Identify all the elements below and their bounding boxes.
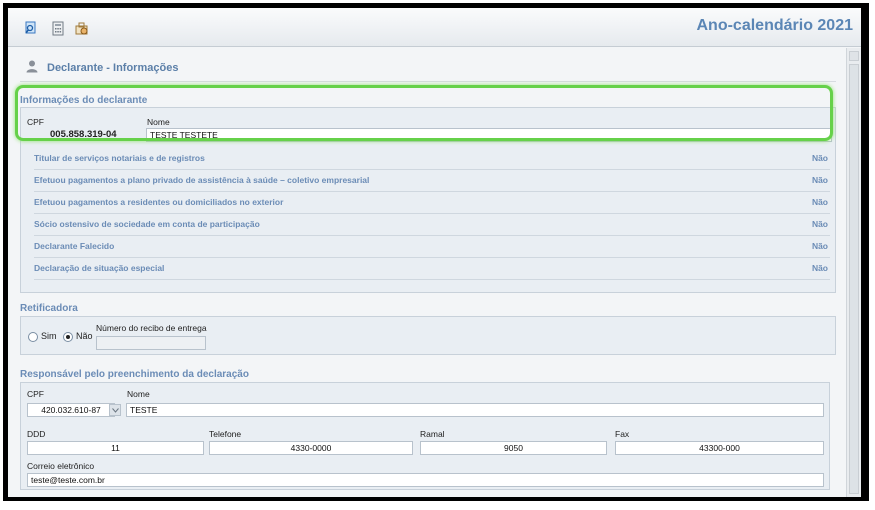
resp-cpf-field[interactable]: 420.032.610-87 (27, 403, 115, 417)
question-value[interactable]: Não (812, 175, 828, 185)
resp-cpf-label: CPF (27, 389, 44, 399)
responsavel-section-title: Responsável pelo preenchimento da declar… (20, 369, 249, 380)
highlight-box (15, 85, 833, 141)
radio-nao-label[interactable]: Não (76, 331, 93, 341)
vertical-scrollbar[interactable] (846, 48, 861, 497)
retificadora-section-title: Retificadora (20, 303, 78, 314)
ramal-label: Ramal (420, 429, 445, 439)
scroll-thumb[interactable] (849, 64, 859, 494)
fax-label: Fax (615, 429, 630, 439)
question-value[interactable]: Não (812, 153, 828, 163)
question-label: Sócio ostensivo de sociedade em conta de… (34, 219, 260, 229)
question-label: Declaração de situação especial (34, 263, 165, 273)
radio-sim[interactable] (28, 332, 38, 342)
question-value[interactable]: Não (812, 219, 828, 229)
resp-nome-label: Nome (127, 389, 150, 399)
page-title: Declarante - Informações (47, 62, 179, 74)
email-label: Correio eletrônico (27, 461, 95, 471)
question-label: Declarante Falecido (34, 241, 115, 251)
question-row[interactable]: Declaração de situação especial Não (34, 258, 830, 280)
chevron-down-icon[interactable] (109, 404, 121, 416)
question-value[interactable]: Não (812, 241, 828, 251)
radio-sim-label[interactable]: Sim (41, 331, 57, 341)
app-title: Ano-calendário 2021 (696, 17, 854, 34)
ramal-field[interactable]: 9050 (420, 441, 607, 455)
recibo-field[interactable] (96, 336, 206, 350)
retificadora-panel: Sim Não Número do recibo de entrega (20, 316, 836, 355)
telefone-label: Telefone (209, 429, 242, 439)
question-row[interactable]: Titular de serviços notariais e de regis… (34, 148, 830, 170)
question-label: Efetuou pagamentos a residentes ou domic… (34, 197, 284, 207)
resp-nome-field[interactable]: TESTE (126, 403, 824, 417)
question-row[interactable]: Efetuou pagamentos a residentes ou domic… (34, 192, 830, 214)
fax-field[interactable]: 43300-000 (615, 441, 824, 455)
search-doc-icon[interactable] (23, 20, 39, 36)
scroll-up-button[interactable] (849, 51, 859, 61)
app-window: Ano-calendário 2021 Declarante - Informa… (8, 8, 861, 497)
recibo-label: Número do recibo de entrega (96, 323, 207, 333)
person-icon (25, 59, 39, 76)
radio-nao[interactable] (63, 332, 73, 342)
responsavel-panel: CPF 420.032.610-87 Nome TESTE DDD 11 Tel… (20, 382, 830, 490)
tools-icon[interactable] (74, 20, 90, 36)
question-label: Efetuou pagamentos a plano privado de as… (34, 175, 370, 185)
question-row[interactable]: Sócio ostensivo de sociedade em conta de… (34, 214, 830, 236)
ddd-label: DDD (27, 429, 46, 439)
ddd-field[interactable]: 11 (27, 441, 204, 455)
question-row[interactable]: Declarante Falecido Não (34, 236, 830, 258)
question-label: Titular de serviços notariais e de regis… (34, 153, 205, 163)
email-field[interactable]: teste@teste.com.br (27, 473, 824, 487)
toolbar: Ano-calendário 2021 (8, 8, 861, 47)
question-value[interactable]: Não (812, 197, 828, 207)
page-header: Declarante - Informações (20, 54, 836, 82)
question-value[interactable]: Não (812, 263, 828, 273)
telefone-field[interactable]: 4330-0000 (209, 441, 413, 455)
calculator-icon[interactable] (50, 20, 66, 36)
question-row[interactable]: Efetuou pagamentos a plano privado de as… (34, 170, 830, 192)
